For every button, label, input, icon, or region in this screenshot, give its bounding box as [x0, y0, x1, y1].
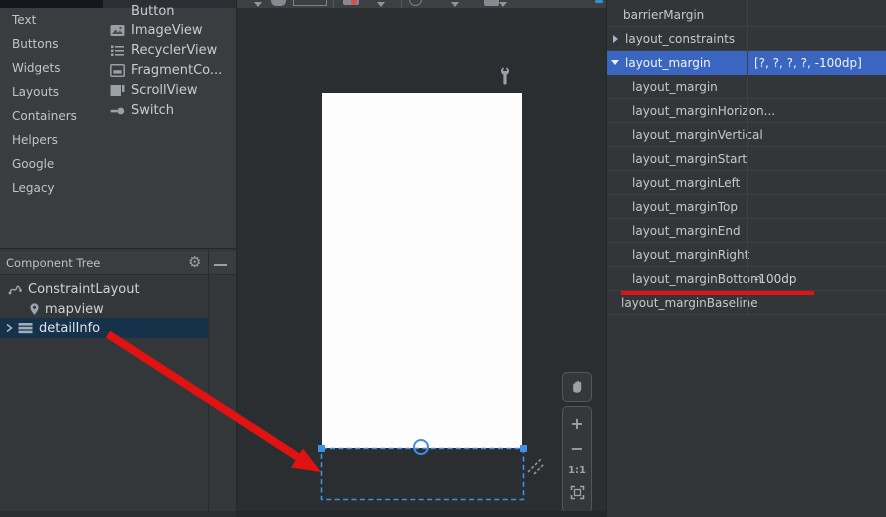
attr-name: layout_marginVertical — [632, 123, 763, 147]
attr-row-layout-marginhorizontal[interactable]: layout_marginHorizon... — [607, 99, 886, 123]
tree-item-label: detailInfo — [39, 321, 100, 336]
attr-row-layout-marginvertical[interactable]: layout_marginVertical — [607, 123, 886, 147]
palette-item-fragmentcontainerview[interactable]: FragmentCo... — [110, 61, 222, 80]
palette-category-widgets[interactable]: Widgets — [0, 56, 100, 80]
window-bottom-edge — [237, 511, 606, 517]
imageview-icon — [110, 24, 125, 37]
chevron-right-icon[interactable] — [4, 322, 14, 334]
chevron-right-icon[interactable] — [613, 35, 618, 43]
attr-row-layout-marginright[interactable]: layout_marginRight — [607, 243, 886, 267]
palette-category-buttons[interactable]: Buttons — [0, 32, 100, 56]
design-surface[interactable]: + − 1:1 — [236, 0, 605, 517]
palette-category-list: Text Buttons Widgets Layouts Containers … — [0, 8, 100, 200]
eye-icon[interactable] — [271, 0, 286, 6]
palette-category-helpers[interactable]: Helpers — [0, 128, 100, 152]
android-studio-layout-editor: Text Buttons Widgets Layouts Containers … — [0, 0, 886, 517]
tree-item-mapview[interactable]: mapview — [0, 299, 236, 319]
theme-selector-icon[interactable] — [484, 0, 499, 6]
palette-panel: Text Buttons Widgets Layouts Containers … — [0, 0, 236, 248]
chevron-down-icon[interactable] — [254, 2, 262, 7]
attr-name: layout_marginTop — [632, 195, 738, 219]
attr-row-layout-constraints[interactable]: layout_constraints — [607, 27, 886, 51]
palette-category-google[interactable]: Google — [0, 152, 100, 176]
chevron-down-icon[interactable] — [499, 2, 507, 7]
palette-item-label: ImageView — [131, 23, 203, 38]
tree-item-label: mapview — [45, 302, 104, 317]
attr-name: layout_margin — [632, 75, 718, 99]
attr-name: layout_marginHorizon... — [632, 99, 775, 123]
tree-scrollbar-gutter — [208, 249, 209, 512]
component-tree-panel: Component Tree ⚙ ConstraintLayout mapvie… — [0, 248, 236, 511]
palette-item-imageview[interactable]: ImageView — [110, 21, 203, 40]
palette-item-button[interactable]: Button — [110, 2, 175, 21]
attr-row-layout-marginbottom[interactable]: layout_marginBottom -100dp — [607, 267, 886, 291]
palette-item-label: FragmentCo... — [131, 63, 222, 78]
palette-item-label: Switch — [131, 103, 174, 118]
attr-name: layout_marginRight — [632, 243, 749, 267]
constraintlayout-icon — [8, 282, 22, 296]
design-toolbar — [237, 0, 606, 9]
attr-name: layout_marginEnd — [632, 219, 741, 243]
component-tree-header: Component Tree ⚙ — [0, 251, 236, 275]
attr-row-layout-margin-group[interactable]: layout_margin [?, ?, ?, ?, -100dp] — [607, 51, 886, 75]
magnifier-icon[interactable] — [409, 0, 422, 6]
zoom-in-button[interactable]: + — [570, 416, 583, 432]
attr-row-barriermargin[interactable]: barrierMargin — [607, 3, 886, 27]
gear-icon[interactable]: ⚙ — [188, 253, 201, 271]
recyclerview-icon — [110, 44, 125, 57]
attr-value[interactable]: -100dp — [754, 267, 796, 291]
attr-value[interactable]: [?, ?, ?, ?, -100dp] — [754, 51, 862, 75]
palette-category-containers[interactable]: Containers — [0, 104, 100, 128]
tree-item-detailinfo[interactable]: detailInfo — [0, 318, 208, 338]
palette-item-label: RecyclerView — [131, 43, 217, 58]
attr-name: layout_marginBottom — [632, 267, 762, 291]
palette-item-label: Button — [131, 4, 175, 19]
attr-name: layout_margin — [625, 51, 711, 75]
palette-item-scrollview[interactable]: ScrollView — [110, 81, 198, 100]
palette-category-text[interactable]: Text — [0, 8, 100, 32]
palette-item-switch[interactable]: Switch — [110, 101, 174, 120]
attr-row-layout-marginend[interactable]: layout_marginEnd — [607, 219, 886, 243]
scrollview-icon — [110, 84, 125, 97]
red-underline-annotation — [621, 291, 814, 295]
attr-name: layout_marginStart — [632, 147, 747, 171]
component-tree-title: Component Tree — [6, 256, 100, 270]
list-icon — [18, 322, 33, 334]
palette-category-legacy[interactable]: Legacy — [0, 176, 100, 200]
chevron-down-icon[interactable] — [451, 2, 459, 7]
attr-row-layout-marginstart[interactable]: layout_marginStart — [607, 147, 886, 171]
wrench-icon[interactable] — [499, 66, 511, 89]
device-selector-icon[interactable] — [293, 0, 327, 6]
attr-name: layout_marginLeft — [632, 171, 740, 195]
zoom-actual-size-button[interactable]: 1:1 — [568, 466, 586, 476]
zoom-to-fit-button[interactable] — [570, 485, 585, 503]
attr-row-layout-marginleft[interactable]: layout_marginLeft — [607, 171, 886, 195]
palette-item-recyclerview[interactable]: RecyclerView — [110, 41, 217, 60]
switch-icon — [110, 104, 125, 117]
palette-header-strip — [0, 0, 103, 8]
place-icon — [28, 302, 41, 316]
palette-item-label: ScrollView — [131, 83, 198, 98]
hand-icon — [569, 378, 585, 397]
tree-item-label: ConstraintLayout — [28, 282, 140, 297]
attr-name: layout_constraints — [625, 27, 735, 51]
chevron-down-icon[interactable] — [611, 60, 619, 65]
attr-row-layout-margintop[interactable]: layout_marginTop — [607, 195, 886, 219]
minimize-icon[interactable] — [214, 264, 227, 266]
attributes-panel: barrierMargin layout_constraints layout_… — [606, 0, 886, 517]
attr-row-layout-margin[interactable]: layout_margin — [607, 75, 886, 99]
notification-icon — [595, 0, 603, 3]
device-preview[interactable] — [322, 93, 522, 448]
pan-button[interactable] — [562, 372, 592, 402]
tree-item-constraintlayout[interactable]: ConstraintLayout — [0, 279, 236, 299]
button-icon — [110, 5, 125, 18]
fragmentcontainerview-icon — [110, 64, 125, 77]
chevron-down-icon[interactable] — [377, 2, 385, 7]
palette-category-layouts[interactable]: Layouts — [0, 80, 100, 104]
zoom-controls: + − 1:1 — [562, 406, 592, 513]
attr-name: barrierMargin — [623, 3, 704, 27]
zoom-out-button[interactable]: − — [570, 441, 583, 457]
